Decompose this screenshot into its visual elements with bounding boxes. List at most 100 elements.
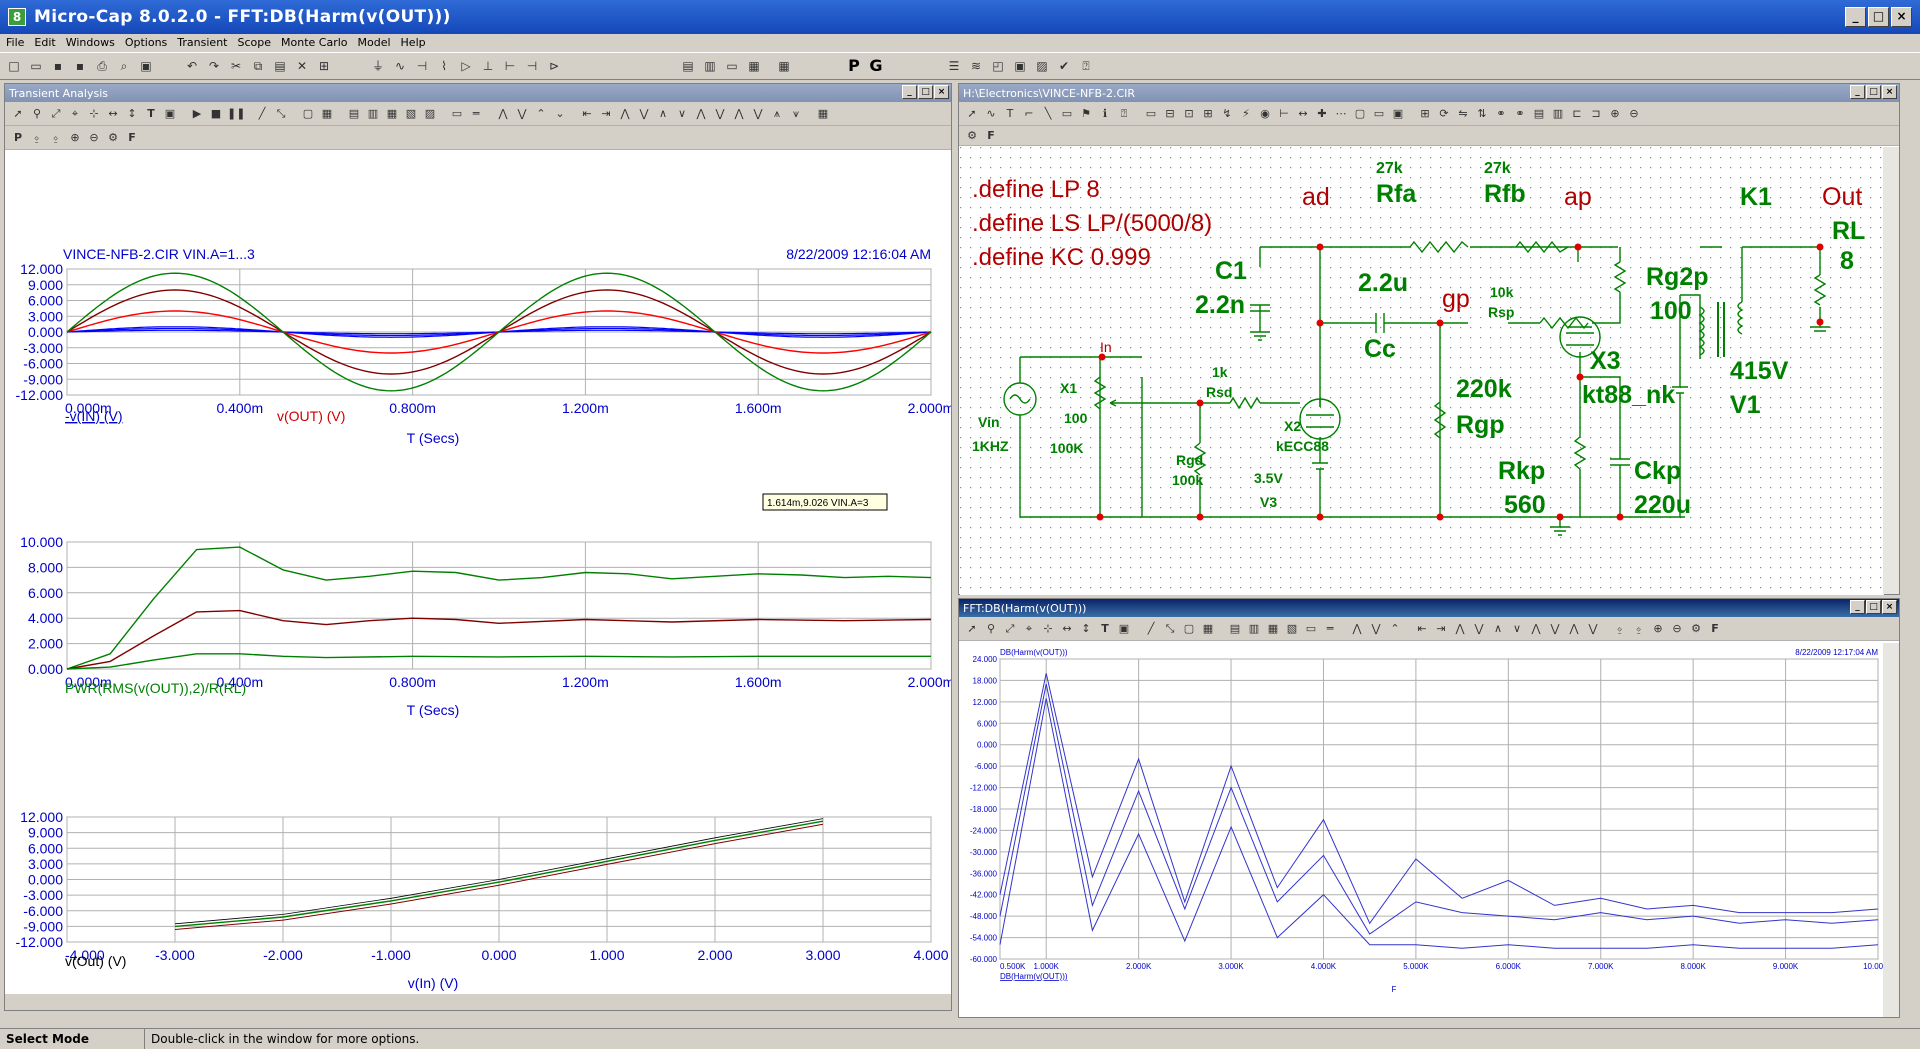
plot2-legend[interactable]: PWR(RMS(v(OUT)),2)/R(RL) [65, 680, 246, 696]
plot1-legend-vout[interactable]: v(OUT) (V) [277, 408, 345, 424]
menu-monte-carlo[interactable]: Monte Carlo [281, 36, 348, 49]
text-toggle-icon[interactable]: ▭ [1142, 105, 1160, 123]
grid-minor-icon[interactable]: ▤ [1226, 620, 1244, 638]
hierarchy-down-icon[interactable]: ⊐ [1587, 105, 1605, 123]
go-left-icon[interactable]: ⇤ [1413, 620, 1431, 638]
properties-icon[interactable]: ▣ [1115, 620, 1133, 638]
fft-trace[interactable] [999, 673, 1879, 925]
paste-icon[interactable]: ▤ [270, 56, 290, 76]
fft-maximize-button[interactable]: □ [1866, 600, 1881, 614]
component-npn-icon[interactable]: ⊢ [500, 56, 520, 76]
print-icon[interactable]: ⎙ [92, 56, 112, 76]
grid-lines-icon[interactable]: ▧ [1283, 620, 1301, 638]
define-lp[interactable]: .define LP 8 [972, 176, 1100, 203]
component-resistor-icon[interactable]: ∿ [390, 56, 410, 76]
title-block-icon[interactable]: ▣ [1389, 105, 1407, 123]
rectangle-icon[interactable]: ▢ [1351, 105, 1369, 123]
global-low-icon[interactable]: ⋁ [1584, 620, 1602, 638]
model-editor-icon[interactable]: ▣ [1010, 56, 1030, 76]
line-icon[interactable]: ╱ [253, 105, 271, 123]
global-high-icon[interactable]: ⋀ [730, 105, 748, 123]
local-max-icon[interactable]: ∧ [654, 105, 672, 123]
cursor-mode-icon[interactable]: ⌖ [1020, 620, 1038, 638]
attribute-icon[interactable]: ⊟ [1161, 105, 1179, 123]
hierarchy-up-icon[interactable]: ⊏ [1568, 105, 1586, 123]
frame-icon[interactable]: ▢ [1180, 620, 1198, 638]
go-left-icon[interactable]: ⇤ [578, 105, 596, 123]
diagonal-icon[interactable]: ⤡ [1161, 620, 1179, 638]
valley-icon[interactable]: ⋁ [513, 105, 531, 123]
grid-icon[interactable]: ▦ [318, 105, 336, 123]
p-button[interactable]: P [844, 56, 864, 76]
font-icon[interactable]: F [1706, 620, 1724, 638]
grid-dots-icon[interactable]: ▦ [383, 105, 401, 123]
line-icon[interactable]: ╱ [1142, 620, 1160, 638]
vertical-tag-icon[interactable]: ↕ [123, 105, 141, 123]
zoom-in-icon[interactable]: ⊕ [66, 129, 84, 147]
scale-mode-icon[interactable]: ⤢ [47, 105, 65, 123]
current-icon[interactable]: ↯ [1218, 105, 1236, 123]
close-button[interactable]: × [1891, 7, 1912, 27]
zoom-out-icon[interactable]: ⊖ [85, 129, 103, 147]
point-tag-icon[interactable]: ⊹ [85, 105, 103, 123]
diagonal-icon[interactable]: ⤡ [272, 105, 290, 123]
point-tag-icon[interactable]: ⊹ [1039, 620, 1057, 638]
window-minimize-button[interactable]: _ [902, 85, 917, 99]
node-label-gp[interactable]: gp [1442, 285, 1470, 313]
define-kc[interactable]: .define KC 0.999 [972, 244, 1151, 271]
global-min-icon[interactable]: ⋁ [1546, 620, 1564, 638]
ruler-icon[interactable]: ═ [467, 105, 485, 123]
text-tool-icon[interactable]: T [1001, 105, 1019, 123]
menu-file[interactable]: File [6, 36, 24, 49]
ruler-icon[interactable]: ═ [1321, 620, 1339, 638]
plot2-trace[interactable] [66, 546, 932, 670]
peak-icon[interactable]: ⋀ [1348, 620, 1366, 638]
tag-mode-alt-icon[interactable]: ⍚ [1630, 620, 1648, 638]
grid-dots-icon[interactable]: ⋯ [1332, 105, 1350, 123]
shape-editor-icon[interactable]: ◰ [988, 56, 1008, 76]
rotate-icon[interactable]: ⟳ [1435, 105, 1453, 123]
valley-icon[interactable]: ⋁ [1367, 620, 1385, 638]
frame-icon[interactable]: ▢ [299, 105, 317, 123]
tile-vertical-icon[interactable]: ▥ [700, 56, 720, 76]
select-arrow-icon[interactable]: ➚ [963, 105, 981, 123]
window-maximize-button[interactable]: □ [918, 85, 933, 99]
tokens-icon[interactable]: ▭ [1302, 620, 1320, 638]
pin-icon[interactable]: ⊢ [1275, 105, 1293, 123]
fft-trace[interactable] [999, 698, 1879, 949]
horizontal-tag-icon[interactable]: ↔ [104, 105, 122, 123]
menu-scope[interactable]: Scope [237, 36, 271, 49]
info-icon[interactable]: ℹ [1096, 105, 1114, 123]
component-pnp-icon[interactable]: ⊣ [522, 56, 542, 76]
calculator-icon[interactable]: ▦ [774, 56, 794, 76]
menu-windows[interactable]: Windows [66, 36, 115, 49]
undo-icon[interactable]: ↶ [182, 56, 202, 76]
component-battery-icon[interactable]: ⊥ [478, 56, 498, 76]
schematic-minimize-button[interactable]: _ [1850, 85, 1865, 99]
select-arrow-icon[interactable]: ➚ [963, 620, 981, 638]
grid-lines-icon[interactable]: ▧ [402, 105, 420, 123]
node-label-in[interactable]: In [1100, 339, 1112, 355]
check-icon[interactable]: ✔ [1054, 56, 1074, 76]
power-icon[interactable]: ⚡ [1237, 105, 1255, 123]
high-icon[interactable]: ⌃ [532, 105, 550, 123]
pause-icon[interactable]: ❚❚ [226, 105, 245, 123]
grid-toggle-icon[interactable]: ▦ [814, 105, 832, 123]
node-label-ad[interactable]: ad [1302, 183, 1330, 211]
grid-major-icon[interactable]: ▥ [1245, 620, 1263, 638]
waveform-icon[interactable]: ≋ [966, 56, 986, 76]
slope-icon[interactable]: ⋀ [616, 105, 634, 123]
package-editor-icon[interactable]: ▨ [1032, 56, 1052, 76]
scale-icon[interactable]: ⊞ [314, 56, 334, 76]
tile-horizontal-icon[interactable]: ▤ [678, 56, 698, 76]
properties-icon[interactable]: ▣ [161, 105, 179, 123]
close-file-icon[interactable]: ▣ [136, 56, 156, 76]
plot2-trace[interactable] [66, 653, 931, 670]
app-icon[interactable]: 8 [8, 8, 26, 26]
new-file-icon[interactable]: □ [4, 56, 24, 76]
schematic-vscrollbar[interactable] [1883, 147, 1899, 594]
global-high-icon[interactable]: ⋀ [1565, 620, 1583, 638]
wire-icon[interactable]: ∿ [982, 105, 1000, 123]
fft-vscrollbar[interactable] [1883, 643, 1899, 1017]
crosshair-icon[interactable]: ✚ [1313, 105, 1331, 123]
